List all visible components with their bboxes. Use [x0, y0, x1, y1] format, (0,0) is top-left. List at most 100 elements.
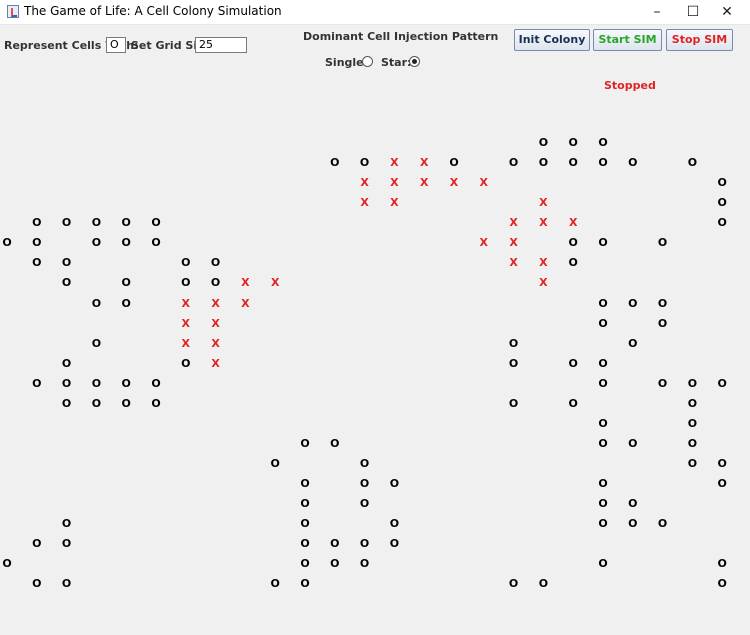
start-sim-button[interactable]: Start SIM: [593, 29, 662, 51]
cell: O: [121, 296, 131, 310]
cell: O: [181, 356, 191, 370]
cell: O: [508, 156, 519, 170]
cell: O: [270, 577, 280, 591]
dominant-cell: X: [419, 156, 429, 170]
dominant-cell: X: [211, 296, 220, 310]
cell: O: [687, 376, 698, 390]
represent-cells-input[interactable]: O: [106, 37, 126, 53]
cell: O: [657, 236, 668, 250]
cell: O: [32, 236, 42, 250]
cell: O: [717, 557, 727, 571]
cell: O: [61, 356, 72, 370]
cell: O: [628, 436, 638, 450]
cell: O: [32, 216, 42, 230]
cell: O: [657, 316, 668, 330]
cell: O: [568, 236, 578, 250]
control-panel: Represent Cells With: O Set Grid Size: 2…: [0, 26, 750, 96]
dominant-cell: X: [509, 256, 518, 270]
cell: O: [210, 256, 221, 270]
cell: O: [598, 296, 608, 310]
dominant-cell: X: [181, 336, 191, 350]
cell: O: [121, 376, 131, 390]
init-colony-button[interactable]: Init Colony: [514, 29, 590, 51]
cell: O: [359, 156, 370, 170]
cell: O: [32, 537, 42, 551]
cell: O: [628, 296, 638, 310]
cell: O: [151, 236, 161, 250]
cell: O: [181, 276, 191, 290]
cell: O: [598, 557, 608, 571]
cell: O: [508, 396, 519, 410]
cell: O: [359, 476, 370, 490]
cell: O: [359, 537, 370, 551]
cell: O: [300, 497, 310, 510]
cell: O: [389, 537, 400, 551]
cell: O: [628, 156, 638, 170]
cell: O: [717, 577, 727, 591]
dominant-cell: X: [509, 216, 518, 230]
cell: O: [389, 517, 400, 531]
stop-sim-button[interactable]: Stop SIM: [666, 29, 733, 51]
single-radio[interactable]: [362, 56, 373, 67]
cell: O: [121, 276, 131, 290]
cell: O: [687, 156, 698, 170]
close-button[interactable]: ✕: [704, 0, 750, 24]
dominant-cell: X: [181, 316, 191, 330]
cell: O: [598, 497, 608, 510]
cell: O: [61, 537, 72, 551]
cell: O: [538, 577, 549, 591]
cell: O: [91, 396, 102, 410]
cell: O: [91, 336, 102, 350]
cell: O: [598, 476, 608, 490]
pattern-heading: Dominant Cell Injection Pattern: [303, 30, 499, 43]
cell: O: [687, 436, 698, 450]
cell: O: [538, 156, 549, 170]
cell: O: [628, 517, 638, 531]
cell: O: [61, 216, 72, 230]
dominant-cell: X: [509, 236, 518, 250]
cell: O: [270, 456, 280, 470]
cell: O: [717, 456, 727, 470]
dominant-cell: X: [539, 276, 548, 290]
status-text: Stopped: [604, 79, 656, 92]
cell: O: [359, 497, 370, 510]
cell: O: [598, 517, 608, 531]
cell: O: [181, 256, 191, 270]
java-app-icon: [7, 5, 19, 18]
cell: O: [717, 476, 727, 490]
cell: O: [330, 156, 340, 170]
title-bar: The Game of Life: A Cell Colony Simulati…: [0, 0, 750, 25]
cell: O: [32, 376, 42, 390]
cell: O: [300, 476, 310, 490]
cell: O: [2, 557, 12, 571]
cell: O: [568, 136, 578, 150]
dominant-cell: X: [390, 196, 399, 210]
cell: O: [449, 156, 459, 170]
cell: O: [121, 236, 131, 250]
cell: O: [717, 376, 727, 390]
cell: O: [598, 356, 608, 370]
dominant-cell: X: [539, 216, 548, 230]
dominant-cell: X: [211, 336, 220, 350]
cell: O: [717, 216, 727, 230]
dominant-cell: X: [539, 256, 548, 270]
cell: O: [330, 537, 340, 551]
dominant-cell: X: [539, 196, 548, 210]
cell: O: [598, 436, 608, 450]
cell: O: [598, 136, 608, 150]
dominant-cell: X: [479, 176, 489, 190]
cell: O: [61, 396, 72, 410]
cell: O: [568, 356, 578, 370]
dominant-cell: X: [390, 156, 399, 170]
star-radio[interactable]: [409, 56, 420, 67]
cell: O: [568, 256, 578, 270]
cell: O: [91, 376, 102, 390]
cell: O: [151, 216, 161, 230]
grid-size-input[interactable]: 25: [195, 37, 247, 53]
cell: O: [91, 216, 102, 230]
cell: O: [91, 236, 102, 250]
dominant-cell: X: [390, 176, 399, 190]
cell: O: [32, 577, 42, 591]
dominant-cell: X: [360, 176, 369, 190]
cell: O: [717, 176, 727, 190]
